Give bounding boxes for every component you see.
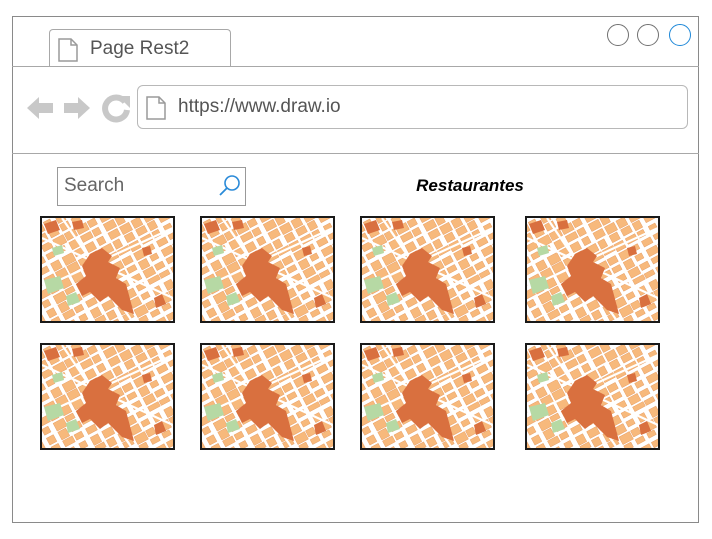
map-thumbnail[interactable] [40, 343, 175, 450]
page-icon [58, 38, 78, 62]
tabbar-divider [12, 66, 699, 67]
city-map-image [527, 218, 658, 321]
page-heading: Restaurantes [416, 176, 524, 195]
search-input[interactable] [60, 170, 214, 202]
arrow-left-icon[interactable] [25, 93, 55, 123]
address-bar[interactable]: https://www.draw.io [137, 85, 688, 129]
city-map-image [362, 218, 493, 321]
map-thumbnail[interactable] [40, 216, 175, 323]
reload-icon[interactable] [101, 93, 131, 123]
city-map-image [527, 345, 658, 448]
map-thumbnail[interactable] [360, 216, 495, 323]
url-text: https://www.draw.io [178, 96, 341, 117]
city-map-image [362, 345, 493, 448]
close-button[interactable] [669, 24, 691, 46]
search-box[interactable] [57, 167, 246, 206]
map-thumbnail[interactable] [200, 343, 335, 450]
city-map-image [42, 345, 173, 448]
arrow-right-icon[interactable] [62, 93, 92, 123]
browser-tab[interactable]: Page Rest2 [49, 29, 231, 67]
map-thumbnail[interactable] [525, 216, 660, 323]
map-thumbnail[interactable] [360, 343, 495, 450]
tab-title: Page Rest2 [90, 38, 190, 59]
map-thumbnail[interactable] [525, 343, 660, 450]
city-map-image [202, 218, 333, 321]
page-icon [146, 96, 166, 120]
toolbar-divider [12, 153, 699, 154]
city-map-image [202, 345, 333, 448]
search-icon[interactable] [218, 174, 242, 198]
city-map-image [42, 218, 173, 321]
map-thumbnail[interactable] [200, 216, 335, 323]
minimize-button[interactable] [607, 24, 629, 46]
maximize-button[interactable] [637, 24, 659, 46]
